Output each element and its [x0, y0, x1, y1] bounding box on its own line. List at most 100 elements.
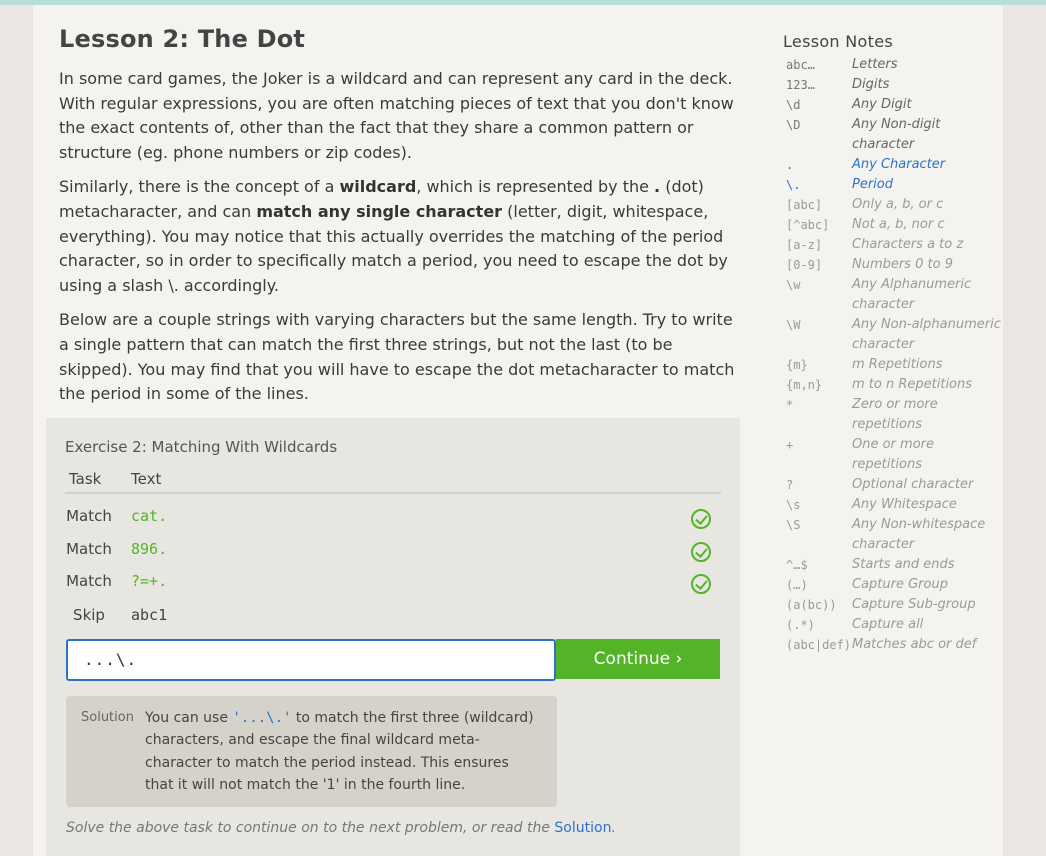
- note-item: [0-9] Numbers 0 to 9: [783, 255, 1003, 275]
- row-task: Match: [66, 572, 112, 590]
- lesson-content: Lesson 2: The Dot In some card games, th…: [59, 25, 739, 417]
- note-item: ^…$ Starts and ends: [783, 555, 1003, 575]
- note-description: Any Character: [852, 157, 946, 172]
- note-item: [a-z] Characters a to z: [783, 235, 1003, 255]
- note-description: Capture all: [852, 617, 924, 632]
- regex-input[interactable]: ...\.: [66, 639, 556, 681]
- note-item: 123… Digits: [783, 75, 1003, 95]
- row-task: Match: [66, 507, 112, 525]
- footer-hint: Solve the above task to continue on to t…: [66, 820, 616, 836]
- note-item: \S Any Non-whitespace character: [783, 515, 1003, 555]
- note-symbol: \s: [786, 498, 801, 512]
- note-item: \D Any Non-digit character: [783, 115, 1003, 155]
- note-symbol: ?: [786, 478, 794, 492]
- check-circle-icon: [691, 574, 711, 594]
- note-symbol: \D: [786, 118, 801, 132]
- exercise-row: Match ?=+.: [65, 568, 721, 596]
- note-symbol: \w: [786, 278, 801, 292]
- note-symbol: ^…$: [786, 558, 808, 572]
- note-item: . Any Character: [783, 155, 1003, 175]
- note-symbol: {m}: [786, 358, 808, 372]
- note-description: Digits: [852, 77, 890, 92]
- note-symbol: \S: [786, 518, 801, 532]
- note-symbol: .: [786, 158, 794, 172]
- note-description: Any Non-alphanumeric character: [852, 317, 1001, 352]
- footer-text-pre: Solve the above task to continue on to t…: [66, 820, 555, 836]
- row-task: Match: [66, 540, 112, 558]
- note-description: Optional character: [852, 477, 974, 492]
- note-description: Only a, b, or c: [852, 197, 944, 212]
- row-task: Skip: [73, 606, 105, 624]
- exercise-row: Match 896.: [65, 536, 721, 564]
- note-item: \W Any Non-alphanumeric character: [783, 315, 1003, 355]
- note-item: (abc|def) Matches abc or def: [783, 635, 1003, 655]
- note-symbol: [0-9]: [786, 258, 823, 272]
- note-description: Period: [852, 177, 893, 192]
- lesson-paragraph-1: In some card games, the Joker is a wildc…: [59, 69, 734, 162]
- note-item: [abc] Only a, b, or c: [783, 195, 1003, 215]
- check-circle-icon: [691, 542, 711, 562]
- solution-link[interactable]: Solution: [554, 820, 611, 836]
- note-symbol: abc…: [786, 58, 815, 72]
- solution-code: '...\.': [232, 710, 292, 726]
- note-symbol: (…): [786, 578, 808, 592]
- note-symbol: *: [786, 398, 794, 412]
- note-description: Matches abc or def: [852, 637, 977, 652]
- note-description: Any Alphanumeric character: [852, 277, 972, 312]
- lesson-paragraph-2: Similarly, there is the concept of a wil…: [59, 175, 739, 298]
- row-text: cat.: [131, 507, 168, 525]
- row-text: ?=+.: [131, 572, 168, 590]
- exercise-title: Exercise 2: Matching With Wildcards: [65, 438, 338, 456]
- lesson-notes: Lesson Notes abc… Letters 123… Digits \d An…: [783, 32, 1003, 655]
- exercise-box: Exercise 2: Matching With Wildcards Task…: [46, 418, 740, 856]
- note-description: m to n Repetitions: [852, 377, 973, 392]
- p2-text-c: , which is represented by the: [416, 177, 655, 197]
- note-description: Starts and ends: [852, 557, 955, 572]
- solution-box: Solution You can use '...\.' to match th…: [66, 696, 557, 807]
- note-symbol: \d: [786, 98, 801, 112]
- note-description: Numbers 0 to 9: [852, 257, 953, 272]
- note-item: (.*) Capture all: [783, 615, 1003, 635]
- exercise-table-header: Task Text: [65, 470, 721, 494]
- continue-button[interactable]: Continue ›: [556, 639, 720, 679]
- note-description: Capture Sub-group: [852, 597, 976, 612]
- lesson-paragraph-3: Below are a couple strings with varying …: [59, 310, 735, 404]
- note-item: \d Any Digit: [783, 95, 1003, 115]
- note-description: Characters a to z: [852, 237, 964, 252]
- p2-match-any-term: match any single character: [256, 201, 503, 221]
- note-item: + One or more repetitions: [783, 435, 1003, 475]
- note-item: \s Any Whitespace: [783, 495, 1003, 515]
- note-symbol: +: [786, 438, 794, 452]
- column-header-text: Text: [131, 470, 162, 488]
- content-panel: Lesson 2: The Dot In some card games, th…: [33, 5, 1003, 856]
- note-symbol: [abc]: [786, 198, 823, 212]
- note-item: ? Optional character: [783, 475, 1003, 495]
- note-description: One or more repetitions: [852, 437, 934, 472]
- footer-text-post: .: [611, 820, 616, 836]
- note-description: Any Non-digit character: [852, 117, 941, 152]
- solution-label: Solution: [81, 710, 134, 725]
- note-item: (a(bc)) Capture Sub-group: [783, 595, 1003, 615]
- note-description: m Repetitions: [852, 357, 943, 372]
- note-symbol: \W: [786, 318, 801, 332]
- note-symbol: (a(bc)): [786, 598, 837, 612]
- note-item: (…) Capture Group: [783, 575, 1003, 595]
- note-description: Any Non-whitespace character: [852, 517, 986, 552]
- note-item: abc… Letters: [783, 55, 1003, 75]
- note-description: Letters: [852, 57, 898, 72]
- note-item: * Zero or more repetitions: [783, 395, 1003, 435]
- solution-text-pre: You can use: [145, 710, 233, 726]
- note-symbol: [^abc]: [786, 218, 830, 232]
- note-item: \w Any Alphanumeric character: [783, 275, 1003, 315]
- p2-text-a: Similarly, there is the concept of a: [59, 177, 340, 197]
- lesson-title: Lesson 2: The Dot: [59, 25, 306, 53]
- note-description: Any Digit: [852, 97, 912, 112]
- note-item: \. Period: [783, 175, 1003, 195]
- note-item: {m} m Repetitions: [783, 355, 1003, 375]
- column-header-task: Task: [69, 470, 102, 488]
- note-symbol: [a-z]: [786, 238, 823, 252]
- note-symbol: \.: [786, 178, 801, 192]
- lesson-notes-title: Lesson Notes: [783, 32, 893, 51]
- note-symbol: 123…: [786, 78, 815, 92]
- p2-wildcard-term: wildcard: [339, 177, 417, 197]
